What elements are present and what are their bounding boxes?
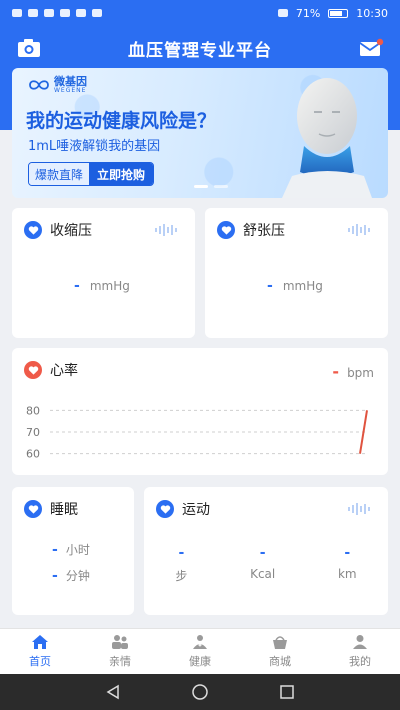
systolic-unit: mmHg	[89, 279, 130, 293]
systolic-value: -	[74, 278, 80, 294]
clock: 10:30	[356, 6, 388, 20]
home-circle-icon[interactable]	[191, 683, 209, 701]
mute-icon	[277, 9, 288, 17]
diastolic-card[interactable]: 舒张压 - mmHg	[205, 208, 388, 338]
heart-icon	[217, 221, 235, 239]
exercise-card[interactable]: 运动 - 步 - Kcal - km	[144, 487, 388, 615]
home-icon	[32, 635, 48, 649]
km-unit: km	[337, 567, 357, 581]
sleep-hours-unit: 小时	[65, 543, 90, 557]
heart-rate-label: 心率	[50, 363, 78, 379]
pagination-dot-2	[214, 185, 228, 188]
promo-banner[interactable]: 微基因 WEGENE 我的运动健康风险是？ 1mL唾液解锁我的基因 爆款直降 立…	[12, 68, 388, 198]
kcal-value: -	[259, 545, 266, 561]
diastolic-unit: mmHg	[282, 279, 323, 293]
battery-percent: 71%	[295, 6, 321, 20]
steps-value: -	[178, 545, 185, 561]
systolic-card[interactable]: 收缩压 - mmHg	[12, 208, 195, 338]
bottom-nav: 首页 亲情 健康 商城 我的	[0, 628, 400, 674]
systolic-label: 收缩压	[50, 223, 92, 239]
sleep-label: 睡眠	[50, 502, 78, 518]
nav-family[interactable]: 亲情	[80, 629, 160, 674]
steps-metric: - 步	[175, 545, 187, 584]
heart-icon	[24, 221, 42, 239]
banner-cta[interactable]: 爆款直降 立即抢购	[28, 162, 155, 186]
sleep-minutes-unit: 分钟	[65, 569, 90, 583]
status-icons-right: 71% 10:30	[277, 6, 388, 20]
kcal-unit: Kcal	[250, 567, 276, 581]
banner-subline: 1mL唾液解锁我的基因	[28, 139, 161, 154]
heart-rate-value: -	[332, 362, 340, 381]
sleep-hours-value: -	[52, 542, 58, 558]
heart-icon	[156, 500, 174, 518]
exercise-label: 运动	[182, 502, 210, 518]
banner-pagination	[194, 185, 228, 188]
heart-rate-card[interactable]: 心率 - bpm 80 70 60	[12, 348, 388, 475]
sleep-minutes-value: -	[52, 568, 58, 584]
status-icons-left	[12, 9, 102, 17]
kcal-metric: - Kcal	[250, 545, 275, 584]
signal-icon	[12, 9, 22, 17]
brand-name: 微基因	[54, 75, 87, 88]
signal-icon-2	[28, 9, 38, 17]
brand-infinity-icon	[29, 80, 49, 90]
y-tick-label: 70	[26, 426, 40, 439]
waveform-icon	[348, 503, 370, 515]
wifi-icon	[44, 9, 54, 17]
nav-home[interactable]: 首页	[0, 629, 80, 674]
diastolic-value: -	[267, 278, 273, 294]
heart-rate-line	[359, 410, 368, 454]
basket-icon	[273, 636, 287, 649]
family-icon	[112, 635, 128, 649]
back-icon[interactable]	[105, 684, 121, 700]
nav-family-label: 亲情	[109, 655, 131, 668]
message-icon	[60, 9, 70, 17]
nav-health[interactable]: 健康	[160, 629, 240, 674]
mail-icon[interactable]	[358, 37, 384, 59]
person-icon	[353, 635, 367, 649]
brand-logo: 微基因 WEGENE	[28, 76, 87, 94]
app-header: 血压管理专业平台	[0, 26, 400, 70]
chat-icon	[76, 9, 86, 17]
steps-unit: 步	[175, 569, 188, 583]
sleep-card[interactable]: 睡眠 - 小时 - 分钟	[12, 487, 134, 615]
nav-mall[interactable]: 商城	[240, 629, 320, 674]
waveform-icon	[155, 224, 177, 236]
km-value: -	[344, 545, 351, 561]
km-metric: - km	[338, 545, 357, 584]
nav-home-label: 首页	[29, 655, 51, 668]
banner-headline: 我的运动健康风险是？	[26, 110, 217, 132]
status-bar: 71% 10:30	[0, 0, 400, 26]
health-icon	[193, 635, 207, 649]
nav-mall-label: 商城	[269, 655, 291, 668]
recents-icon[interactable]	[279, 684, 295, 700]
heart-rate-unit: bpm	[347, 366, 374, 380]
qq-icon	[92, 9, 102, 17]
diastolic-label: 舒张压	[243, 223, 285, 239]
nav-health-label: 健康	[189, 655, 211, 668]
pagination-dot-1	[194, 185, 208, 188]
system-nav-bar	[0, 674, 400, 710]
y-tick-label: 60	[26, 448, 40, 461]
heart-icon	[24, 361, 42, 379]
cta-buy-now[interactable]: 立即抢购	[89, 163, 154, 185]
y-tick-label: 80	[26, 404, 40, 417]
nav-mine[interactable]: 我的	[320, 629, 400, 674]
brand-subtitle: WEGENE	[54, 87, 87, 94]
cta-discount-label: 爆款直降	[29, 163, 90, 185]
nav-mine-label: 我的	[349, 655, 371, 668]
banner-face-illustration	[282, 78, 372, 198]
heart-icon	[24, 500, 42, 518]
battery-icon	[328, 8, 349, 18]
page-title: 血压管理专业平台	[128, 41, 272, 61]
waveform-icon	[348, 224, 370, 236]
heart-rate-chart: 80 70 60	[26, 404, 368, 461]
